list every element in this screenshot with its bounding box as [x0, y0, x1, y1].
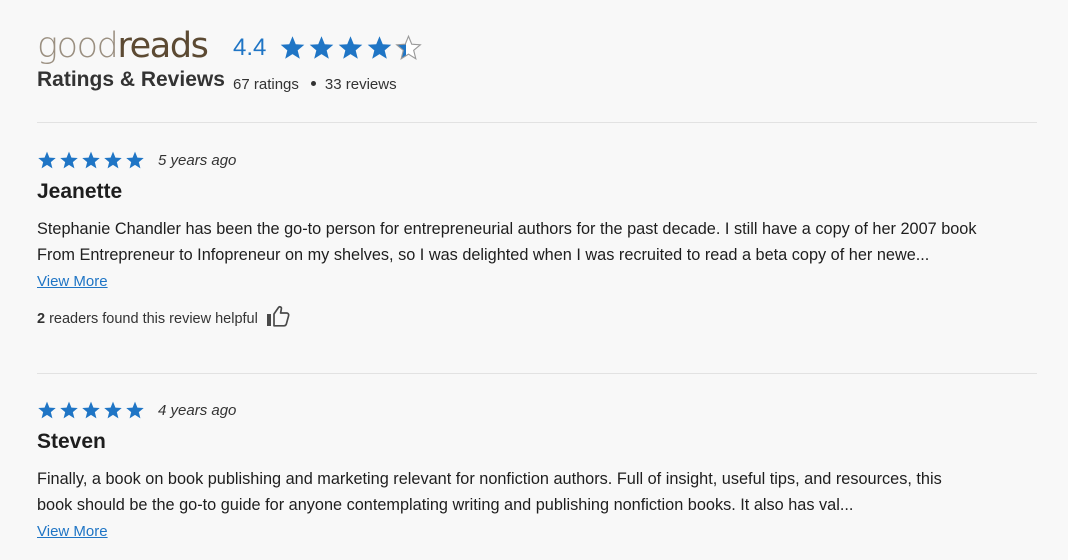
star-icon: [395, 34, 422, 62]
star-icon: [279, 34, 306, 62]
review-date: 5 years ago: [158, 152, 237, 169]
star-icon: [59, 150, 79, 170]
divider: [37, 373, 1037, 374]
star-icon: [59, 400, 79, 420]
reviewer-name[interactable]: Jeanette: [37, 179, 122, 205]
review-text-line: book should be the go-to guide for anyon…: [37, 496, 854, 514]
review-rating-stars: [37, 150, 145, 170]
review-text-line: Finally, a book on book publishing and m…: [37, 470, 942, 488]
star-icon: [366, 34, 393, 62]
ratings-count: 67 ratings: [233, 76, 299, 93]
review-rating-stars: [37, 400, 145, 420]
separator-dot: [310, 80, 316, 86]
view-more-link[interactable]: View More: [37, 523, 108, 541]
review-text-line: Stephanie Chandler has been the go-to pe…: [37, 220, 977, 238]
helpful-count: 2 readers found this review helpful: [37, 305, 290, 330]
review-text-line: From Entrepreneur to Infopreneur on my s…: [37, 246, 930, 264]
rating-counts: 67 ratings 33 reviews: [233, 76, 397, 94]
reviewer-name[interactable]: Steven: [37, 429, 106, 455]
star-icon: [37, 400, 57, 420]
thumbs-up-icon[interactable]: [266, 305, 290, 327]
review-text: Finally, a book on book publishing and m…: [37, 466, 1037, 518]
average-rating: 4.4: [233, 34, 267, 61]
logo-text-reads: reads: [117, 26, 208, 66]
star-icon: [103, 400, 123, 420]
ratings-reviews-panel: goodreads Ratings & Reviews 4.4 67 ratin…: [0, 0, 1068, 560]
goodreads-logo[interactable]: goodreads: [37, 26, 209, 66]
logo-text-good: good: [37, 26, 119, 66]
average-rating-stars: [279, 34, 422, 62]
reviews-count: 33 reviews: [324, 76, 397, 93]
divider: [37, 122, 1037, 123]
star-icon: [308, 34, 335, 62]
view-more-link[interactable]: View More: [37, 273, 108, 291]
star-icon: [103, 150, 123, 170]
review-text: Stephanie Chandler has been the go-to pe…: [37, 216, 1037, 268]
star-icon: [125, 150, 145, 170]
star-icon: [125, 400, 145, 420]
helpful-label: readers found this review helpful: [49, 311, 258, 327]
star-icon: [337, 34, 364, 62]
section-title: Ratings & Reviews: [37, 68, 225, 91]
star-icon: [81, 150, 101, 170]
helpful-number: 2: [37, 311, 46, 327]
star-icon: [37, 150, 57, 170]
review-date: 4 years ago: [158, 402, 237, 419]
ratings-header: goodreads Ratings & Reviews 4.4 67 ratin…: [37, 26, 1037, 122]
star-icon: [81, 400, 101, 420]
